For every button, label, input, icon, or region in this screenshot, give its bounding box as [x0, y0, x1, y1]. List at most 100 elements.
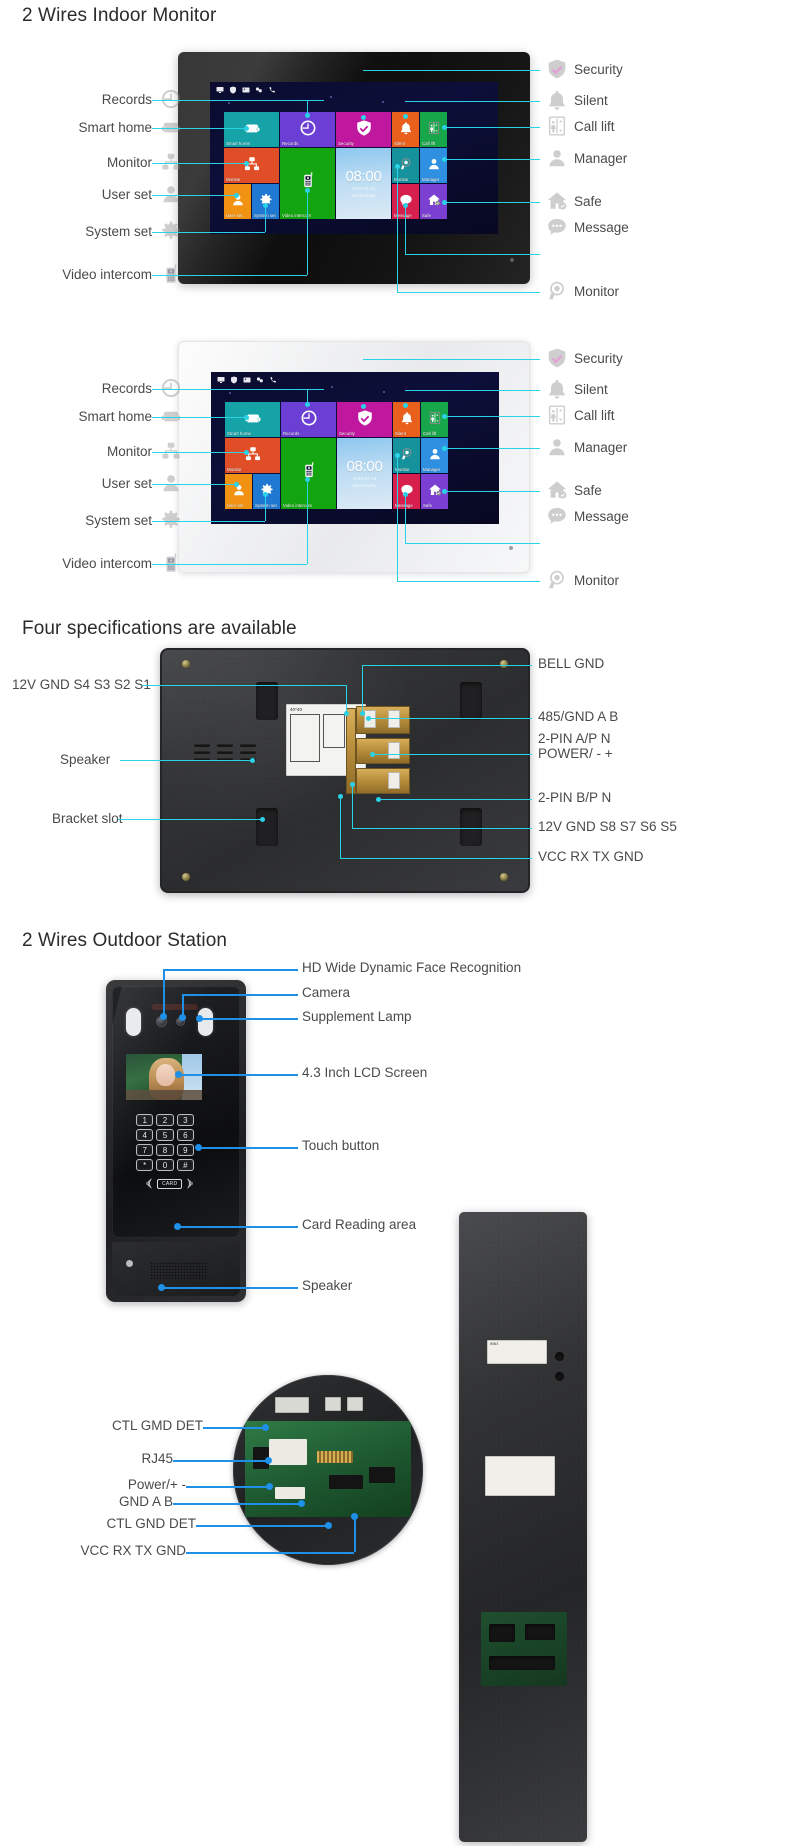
screen-tile-user-set[interactable]: User set [225, 474, 252, 509]
specs-right-label-4: 2-PIN B/P N [538, 790, 612, 805]
screen-tile-call-lift[interactable]: Call lift [421, 402, 448, 437]
screen-clock-tile[interactable]: 08:00 2023-02-15 Wednesday [337, 438, 392, 509]
leader-endpoint [233, 192, 239, 198]
monitor-icon [217, 377, 225, 383]
pcb-label-3: GND A B [118, 1494, 173, 1509]
keypad-key-star[interactable]: * [136, 1159, 154, 1171]
keypad-key-2[interactable]: 2 [156, 1114, 174, 1126]
bracket-slot [460, 808, 482, 846]
leader-line [444, 491, 540, 492]
keypad-key-hash[interactable]: # [176, 1159, 194, 1171]
camera-icon [399, 445, 413, 463]
tile-label: Silent [394, 140, 405, 146]
leader-endpoint [173, 1222, 181, 1230]
outdoor-label-2: Supplement Lamp [302, 1009, 412, 1024]
screen-tile-records[interactable]: Records [281, 402, 336, 437]
tile-label: User set [226, 212, 243, 218]
leader-line [307, 479, 308, 564]
pcb-connector [329, 1475, 363, 1489]
screw [500, 873, 508, 881]
screen-star [228, 102, 230, 104]
clock-time: 08:00 [345, 167, 382, 185]
screen-star [229, 392, 231, 394]
outdoor-label-4: Touch button [302, 1138, 380, 1153]
bell-icon [546, 89, 568, 111]
screen-tile-monitor[interactable]: Monitor [225, 438, 280, 473]
keypad-key-6[interactable]: 6 [176, 1129, 194, 1141]
screen-tile-smart-home[interactable]: Smart home [225, 402, 280, 437]
leader-line [397, 292, 540, 293]
leader-endpoint [441, 413, 447, 419]
indoor-left-label-system-set: System set [85, 513, 152, 528]
keypad-key-3[interactable]: 3 [176, 1114, 194, 1126]
screen-tile-call-lift[interactable]: Call lift [420, 112, 447, 147]
indoor-monitor-white: Smart home Records Security Monitor Video in… [178, 341, 530, 573]
leader-line [142, 685, 346, 686]
screen-tile-manager[interactable]: Manager [420, 148, 447, 183]
screen-tile-grid-black[interactable]: Smart home Records Security Monitor Video in… [224, 112, 476, 220]
indoor-left-label-system-set: System set [85, 224, 152, 239]
clock-icon [300, 409, 318, 427]
leader-line [362, 665, 363, 713]
connector-power [356, 768, 410, 794]
back-connector [489, 1656, 555, 1670]
leader-endpoint [441, 156, 447, 162]
leader-line [444, 416, 540, 417]
clock-date: 2023-02-15 [352, 475, 377, 481]
supplement-lamp-right [198, 1008, 213, 1036]
screen-tile-monitor[interactable]: Monitor [224, 148, 279, 183]
screw [500, 660, 508, 668]
indoor-left-label-video-intercom: Video intercom [62, 267, 152, 282]
leader-endpoint [402, 491, 408, 497]
screw [182, 873, 190, 881]
keypad-key-5[interactable]: 5 [156, 1129, 174, 1141]
leader-line [163, 969, 298, 971]
leader-endpoint [304, 112, 310, 118]
clock-date: 2023-02-15 [351, 185, 376, 191]
indoor-monitor-title: 2 Wires Indoor Monitor [22, 5, 217, 26]
leader-endpoint [261, 1423, 269, 1431]
leader-endpoint [157, 1283, 165, 1291]
specs-right-label-0: BELL GND [538, 656, 605, 671]
specs-title: Four specifications are available [22, 618, 297, 639]
screen-tile-manager[interactable]: Manager [421, 438, 448, 473]
screen-clock-tile[interactable]: 08:00 2023-02-15 Wednesday [336, 148, 391, 219]
leader-endpoint [324, 1521, 332, 1529]
card-reading-area[interactable]: CARD [144, 1178, 195, 1189]
leader-line [405, 101, 540, 102]
leader-endpoint [441, 199, 447, 205]
keypad-key-0[interactable]: 0 [156, 1159, 174, 1171]
connector-pin [388, 772, 400, 789]
keypad-key-8[interactable]: 8 [156, 1144, 174, 1156]
clock-icon [160, 88, 182, 110]
tile-label: User set [227, 502, 244, 508]
home-shield-icon [427, 481, 441, 499]
keypad-key-1[interactable]: 1 [136, 1114, 154, 1126]
leader-endpoint [402, 113, 408, 119]
handset-icon [160, 263, 182, 285]
clock-icon [160, 377, 182, 399]
elevator-icon [427, 409, 441, 427]
leader-line [152, 275, 307, 276]
keypad[interactable]: 1 2 3 4 5 6 7 8 9 * 0 # [136, 1114, 194, 1171]
screen-tile-smart-home[interactable]: Smart home [224, 112, 279, 147]
leader-line [397, 166, 398, 292]
indoor-left-label-records: Records [101, 92, 152, 107]
leader-line [405, 494, 406, 543]
keypad-key-9[interactable]: 9 [176, 1144, 194, 1156]
tile-label: Smart home [226, 140, 250, 146]
keypad-key-4[interactable]: 4 [136, 1129, 154, 1141]
indoor-left-label-user-set: User set [101, 476, 152, 491]
leader-endpoint [159, 1012, 167, 1020]
keypad-key-7[interactable]: 7 [136, 1144, 154, 1156]
handset-icon [299, 171, 317, 189]
link-icon [255, 87, 262, 93]
leader-line [152, 389, 307, 390]
manager-icon [427, 445, 441, 463]
screen-tile-user-set[interactable]: User set [224, 184, 251, 219]
screen-tile-video-intercom[interactable]: Video intercom [281, 438, 336, 509]
leader-endpoint [441, 488, 447, 494]
specs-right-label-1: 485/GND A B [538, 709, 619, 724]
tile-label: Records [283, 430, 300, 436]
back-connector [489, 1624, 515, 1642]
